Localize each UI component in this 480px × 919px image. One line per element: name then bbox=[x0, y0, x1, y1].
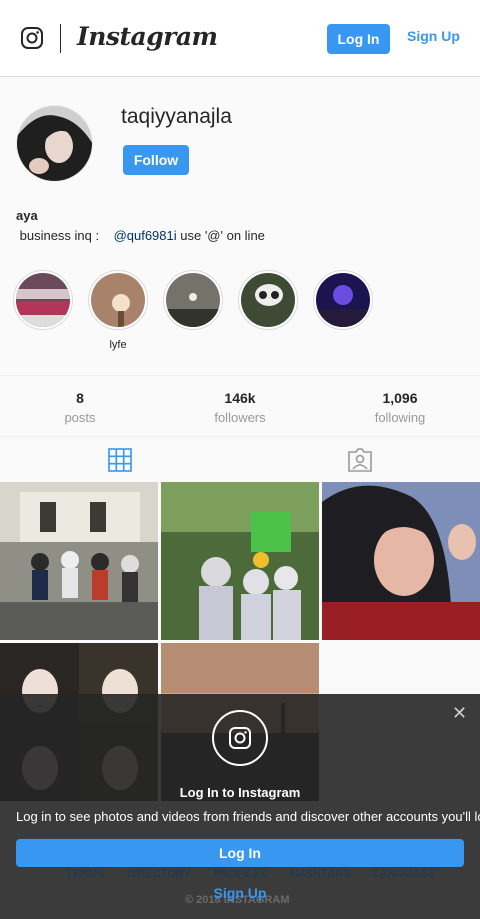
footer-link[interactable]: PROFILES bbox=[213, 868, 268, 880]
overlay-login-button[interactable]: Log In bbox=[16, 839, 464, 867]
followers-count[interactable]: 146k followers bbox=[160, 390, 320, 425]
bio-text: business inq : bbox=[16, 228, 114, 243]
overlay-signup-link[interactable]: Sign Up bbox=[0, 885, 480, 901]
followers-value: 146k bbox=[224, 390, 256, 406]
following-label: following bbox=[374, 410, 426, 425]
footer-link[interactable]: HASHTAGS bbox=[290, 868, 351, 880]
follow-button[interactable]: Follow bbox=[123, 145, 189, 175]
profile-stats: 8 posts 146k followers 1,096 following bbox=[0, 375, 480, 437]
avatar[interactable] bbox=[16, 105, 93, 182]
post-thumbnail[interactable] bbox=[322, 482, 480, 640]
footer-link[interactable]: TERMS bbox=[66, 868, 105, 880]
highlight-ring bbox=[238, 270, 298, 330]
profile-full-name: aya bbox=[16, 208, 38, 223]
story-highlight[interactable] bbox=[13, 270, 73, 351]
following-value: 1,096 bbox=[382, 390, 418, 406]
story-highlight[interactable] bbox=[163, 270, 223, 351]
following-count[interactable]: 1,096 following bbox=[320, 390, 480, 425]
highlight-ring bbox=[88, 270, 148, 330]
instagram-wordmark[interactable]: Instagram bbox=[77, 22, 218, 51]
highlight-label bbox=[313, 339, 373, 351]
highlight-ring bbox=[313, 270, 373, 330]
story-highlight[interactable]: lyfe bbox=[88, 270, 148, 351]
instagram-glyph-icon[interactable] bbox=[20, 26, 44, 50]
profile-bio: business inq : @quf6981i use '@' on line bbox=[16, 228, 265, 243]
header-login-button[interactable]: Log In bbox=[327, 24, 390, 54]
profile-tabs bbox=[0, 437, 480, 482]
highlight-ring bbox=[163, 270, 223, 330]
story-highlight[interactable] bbox=[313, 270, 373, 351]
highlight-label: lyfe bbox=[109, 339, 127, 351]
grid-icon[interactable] bbox=[107, 447, 133, 473]
footer-link[interactable]: DIRECTORY bbox=[127, 868, 191, 880]
highlight-label bbox=[238, 339, 298, 351]
highlight-label bbox=[13, 339, 73, 351]
close-icon[interactable]: ✕ bbox=[452, 704, 467, 722]
highlight-cover bbox=[91, 273, 145, 327]
header-divider bbox=[60, 24, 61, 53]
followers-label: followers bbox=[214, 410, 266, 425]
highlight-label bbox=[163, 339, 223, 351]
highlight-cover bbox=[166, 273, 220, 327]
login-prompt-title: Log In to Instagram bbox=[179, 785, 301, 800]
footer-links: TERMS DIRECTORY PROFILES HASHTAGS LANGUA… bbox=[66, 868, 455, 880]
footer-link[interactable]: LANGUAGE bbox=[373, 868, 436, 880]
posts-count: 8 posts bbox=[0, 390, 160, 425]
top-navigation-bar: Instagram Log In Sign Up bbox=[0, 0, 480, 77]
highlight-cover bbox=[241, 273, 295, 327]
tagged-icon[interactable] bbox=[347, 447, 373, 473]
profile-username: taqiyyanajla bbox=[121, 105, 232, 128]
story-highlight[interactable] bbox=[238, 270, 298, 351]
posts-label: posts bbox=[64, 410, 96, 425]
login-prompt-description: Log in to see photos and videos from fri… bbox=[16, 809, 480, 824]
posts-value: 8 bbox=[76, 390, 84, 406]
bio-mention-link[interactable]: @quf6981i bbox=[114, 228, 177, 243]
highlight-cover bbox=[316, 273, 370, 327]
header-signup-link[interactable]: Sign Up bbox=[407, 28, 460, 44]
post-thumbnail[interactable] bbox=[161, 482, 319, 640]
highlight-cover bbox=[16, 273, 70, 327]
post-thumbnail[interactable] bbox=[0, 482, 158, 640]
bio-text-suffix: use '@' on line bbox=[176, 228, 265, 243]
highlight-ring bbox=[13, 270, 73, 330]
instagram-glyph-icon bbox=[212, 710, 268, 766]
